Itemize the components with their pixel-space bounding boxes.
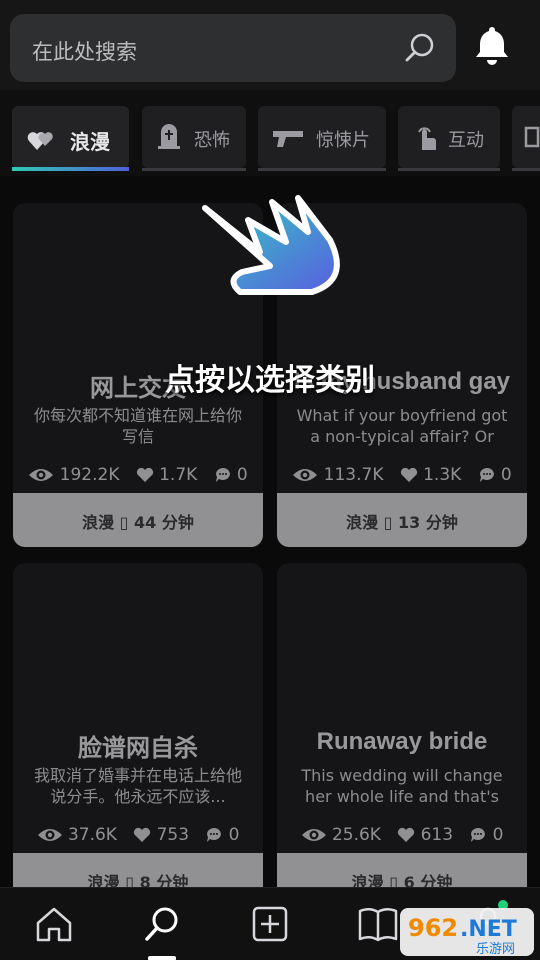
hearts-icon <box>27 132 53 150</box>
card-meta: 浪漫 ▯ 44 分钟 <box>82 513 194 532</box>
home-icon[interactable] <box>32 902 76 946</box>
svg-text:乐游网: 乐游网 <box>476 942 515 957</box>
watermark-logo: 962 .NET 乐游网 <box>400 908 534 957</box>
tab-thriller[interactable]: 惊悚片 <box>258 106 386 171</box>
likes-count: 1.7K <box>159 465 198 485</box>
card-body[interactable] <box>13 563 263 861</box>
nav-active-indicator <box>148 956 176 960</box>
card-description: 你每次都不知道谁在网上给你写信 <box>33 406 242 446</box>
card-stats: 25.6K 613 0 <box>277 825 527 845</box>
views-count: 25.6K <box>331 825 381 845</box>
book-icon <box>524 126 540 148</box>
card-description: 我取消了婚事并在电话上给他说分手。他永远不应该... <box>33 766 242 806</box>
card-description: What if your boyfriend got a non-typical… <box>296 406 508 449</box>
views-count: 113.7K <box>323 465 384 485</box>
views-count: 37.6K <box>67 825 117 845</box>
likes-count: 753 <box>156 825 190 845</box>
search-icon[interactable] <box>140 902 184 946</box>
heart-icon <box>398 827 415 842</box>
card-description: This wedding will change her whole life … <box>301 766 503 809</box>
comments-count: 0 <box>236 465 248 485</box>
comment-icon <box>207 828 222 842</box>
pistol-icon <box>273 131 303 147</box>
eye-icon <box>293 469 318 481</box>
tab-underline <box>512 168 540 171</box>
card-footer: 浪漫 ▯ 13 分钟 <box>277 493 527 547</box>
tap-hand-icon <box>418 127 436 150</box>
tab-label: 惊悚片 <box>316 130 370 151</box>
heart-icon <box>134 827 151 842</box>
tab-underline <box>258 168 386 171</box>
tab-more[interactable] <box>512 106 540 171</box>
top-bar: 在此处搜索 <box>0 0 540 90</box>
search-bar[interactable]: 在此处搜索 <box>10 14 456 82</box>
card-stats: 113.7K 1.3K 0 <box>277 465 527 485</box>
svg-text:962: 962 <box>408 914 458 942</box>
comments-count: 0 <box>228 825 240 845</box>
card-footer: 浪漫 ▯ 44 分钟 <box>13 493 263 547</box>
tab-interactive[interactable]: 互动 <box>398 106 500 171</box>
search-icon[interactable] <box>402 30 438 66</box>
eye-icon <box>37 829 62 841</box>
tab-underline <box>142 168 246 171</box>
heart-icon <box>400 467 417 482</box>
comments-count: 0 <box>500 465 512 485</box>
search-input[interactable]: 在此处搜索 <box>32 36 137 66</box>
tab-label: 互动 <box>448 130 484 151</box>
library-icon[interactable] <box>356 902 400 946</box>
comment-icon <box>479 468 494 482</box>
tab-underline <box>398 168 500 171</box>
pointing-hand-icon <box>202 195 340 295</box>
tab-active-indicator <box>12 167 129 171</box>
likes-count: 613 <box>420 825 454 845</box>
add-icon[interactable] <box>248 902 292 946</box>
svg-text:.NET: .NET <box>460 917 517 942</box>
tab-horror[interactable]: 恐怖 <box>142 106 246 171</box>
eye-icon <box>301 829 326 841</box>
card-body[interactable] <box>277 563 527 861</box>
tutorial-hint: 点按以选择类别 <box>165 363 375 398</box>
views-count: 192.2K <box>59 465 120 485</box>
eye-icon <box>29 469 54 481</box>
comment-icon <box>215 468 230 482</box>
heart-icon <box>136 467 153 482</box>
comment-icon <box>471 828 486 842</box>
card-title: Runaway bride <box>316 728 488 755</box>
category-tabs: 浪漫 恐怖 惊悚片 互动 <box>0 104 540 174</box>
bell-icon[interactable] <box>470 22 514 66</box>
tombstone-icon <box>158 124 180 149</box>
card-meta: 浪漫 ▯ 13 分钟 <box>346 513 458 532</box>
card-title: 脸谱网自杀 <box>78 735 198 762</box>
card-stats: 37.6K 753 0 <box>13 825 263 845</box>
tab-romance[interactable]: 浪漫 <box>12 106 129 171</box>
card-stats: 192.2K 1.7K 0 <box>13 465 263 485</box>
tab-label: 浪漫 <box>70 130 110 154</box>
comments-count: 0 <box>492 825 504 845</box>
likes-count: 1.3K <box>423 465 462 485</box>
tab-label: 恐怖 <box>194 130 230 151</box>
